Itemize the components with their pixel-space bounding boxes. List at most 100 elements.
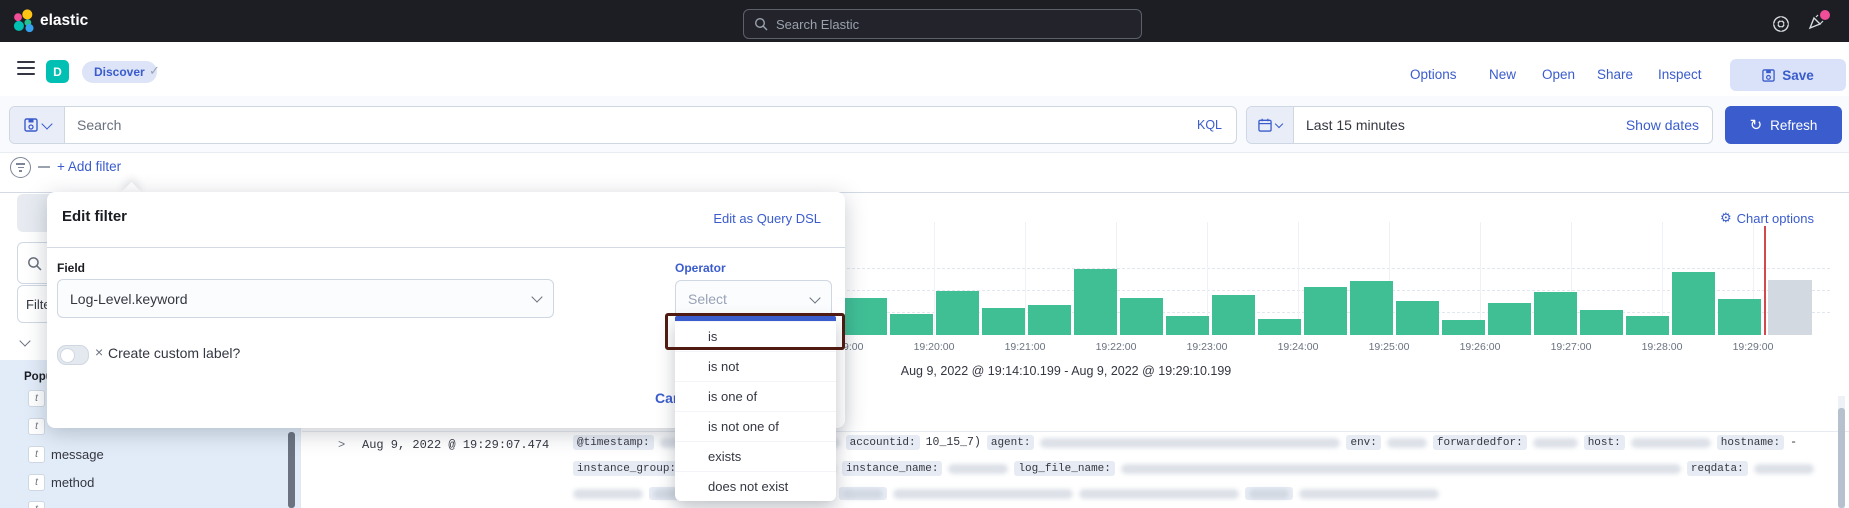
operator-option-does-not-exist[interactable]: does not exist <box>675 471 836 501</box>
field-label: Field <box>57 261 85 275</box>
field-name-badge[interactable]: env: <box>1346 435 1380 450</box>
close-icon[interactable]: × <box>95 344 103 360</box>
field-name-badge[interactable]: host: <box>1584 435 1625 450</box>
histogram-bar[interactable] <box>1718 299 1761 335</box>
add-filter-button[interactable]: + Add filter <box>57 159 121 174</box>
edit-as-query-dsl-button[interactable]: Edit as Query DSL <box>713 211 821 226</box>
sidebar-field-item[interactable]: tmessage <box>28 446 104 463</box>
table-scrollbar-thumb[interactable] <box>1838 408 1845 508</box>
histogram-bar[interactable] <box>1212 295 1255 335</box>
field-name: method <box>51 475 94 490</box>
histogram-bar[interactable] <box>1028 305 1071 335</box>
new-button[interactable]: New <box>1489 67 1516 82</box>
annotation-highlight-box <box>665 313 845 350</box>
refresh-icon: ↻ <box>1750 116 1763 134</box>
redacted-value <box>1299 489 1439 499</box>
field-name-badge[interactable]: hostname: <box>1717 435 1784 450</box>
partial-bucket-bar[interactable] <box>1768 280 1812 335</box>
operator-option-is-one-of[interactable]: is one of <box>675 381 836 411</box>
date-picker-group[interactable]: Last 15 minutes Show dates <box>1246 106 1713 144</box>
histogram-bar[interactable] <box>1304 287 1347 335</box>
x-axis-tick-label: 19:20:00 <box>914 341 955 353</box>
custom-label-toggle[interactable] <box>57 345 89 365</box>
histogram-bar[interactable] <box>1350 281 1393 335</box>
chart-vertical-gridline <box>934 222 935 335</box>
logo-text: elastic <box>40 12 88 30</box>
field-type-icon: t <box>28 390 45 407</box>
field-name-badge[interactable]: instance_name: <box>842 461 942 476</box>
query-language-button[interactable]: KQL <box>1197 118 1236 132</box>
histogram-bar[interactable] <box>1580 310 1623 335</box>
sidebar-field-item[interactable]: t <box>28 501 51 508</box>
histogram-bar[interactable] <box>982 308 1025 335</box>
refresh-label: Refresh <box>1770 118 1817 133</box>
operator-option-exists[interactable]: exists <box>675 441 836 471</box>
options-button[interactable]: Options <box>1410 67 1457 82</box>
chevron-down-icon <box>809 292 820 303</box>
saved-query-menu-button[interactable] <box>10 107 65 143</box>
histogram-bar[interactable] <box>1672 272 1715 335</box>
field-name-badge[interactable] <box>1245 487 1293 500</box>
share-button[interactable]: Share <box>1597 67 1633 82</box>
x-axis-tick-label: 19:26:00 <box>1460 341 1501 353</box>
histogram-bar[interactable] <box>1442 320 1485 335</box>
field-name-badge[interactable]: accountid: <box>846 435 920 450</box>
space-avatar[interactable]: D <box>46 60 69 83</box>
search-icon <box>27 256 42 271</box>
redacted-value <box>1040 438 1340 448</box>
operator-option-is-not-one-of[interactable]: is not one of <box>675 411 836 441</box>
filter-group-icon[interactable] <box>10 157 31 178</box>
operator-option-is-not[interactable]: is not <box>675 351 836 381</box>
refresh-button[interactable]: ↻ Refresh <box>1725 106 1842 144</box>
global-search-input[interactable]: Search Elastic <box>743 9 1142 39</box>
menu-icon[interactable] <box>17 61 35 78</box>
chevron-down-icon[interactable] <box>19 335 30 346</box>
row-timestamp: Aug 9, 2022 @ 19:29:07.474 <box>362 438 549 452</box>
time-range-value[interactable]: Last 15 minutes <box>1294 117 1626 133</box>
chart-vertical-gridline <box>1480 222 1481 335</box>
histogram-bar[interactable] <box>1534 292 1577 335</box>
show-dates-button[interactable]: Show dates <box>1626 117 1712 133</box>
field-combobox[interactable]: Log-Level.keyword <box>57 279 554 318</box>
chart-options-button[interactable]: ⚙ Chart options <box>1720 210 1814 226</box>
histogram-bar[interactable] <box>1258 319 1301 335</box>
histogram-bar[interactable] <box>1488 303 1531 335</box>
field-type-icon: t <box>28 446 45 463</box>
field-name-badge[interactable]: @timestamp: <box>573 435 654 450</box>
field-name-badge[interactable]: reqdata: <box>1687 461 1748 476</box>
sidebar-field-item[interactable]: tmethod <box>28 474 94 491</box>
notification-dot <box>1820 10 1830 20</box>
save-icon <box>1762 69 1775 82</box>
breadcrumb[interactable]: Discover <box>82 61 157 83</box>
histogram-bar[interactable] <box>1074 269 1117 335</box>
operator-placeholder: Select <box>688 291 727 307</box>
histogram-bar[interactable] <box>844 298 887 335</box>
histogram-bar[interactable] <box>1166 316 1209 335</box>
redacted-value <box>1387 438 1427 448</box>
field-name-badge[interactable]: log_file_name: <box>1014 461 1114 476</box>
histogram-bar[interactable] <box>1626 316 1669 335</box>
histogram-bar[interactable] <box>1396 301 1439 335</box>
inspect-button[interactable]: Inspect <box>1658 67 1702 82</box>
histogram-bar[interactable] <box>1120 298 1163 335</box>
save-button[interactable]: Save <box>1730 59 1846 91</box>
query-input-group[interactable]: Search KQL <box>9 106 1237 144</box>
field-name-badge[interactable]: instance_group: <box>573 461 680 476</box>
global-search-placeholder: Search Elastic <box>776 17 859 32</box>
redacted-value <box>1754 464 1814 474</box>
expand-row-button[interactable]: > <box>338 438 345 452</box>
field-name-badge[interactable]: agent: <box>987 435 1035 450</box>
sidebar-scrollbar[interactable] <box>288 432 295 508</box>
elastic-logo-icon <box>12 9 35 33</box>
field-name-badge[interactable] <box>839 487 887 500</box>
histogram-bar[interactable] <box>890 314 933 335</box>
histogram-bar[interactable] <box>936 291 979 335</box>
x-axis-tick-label: 19:29:00 <box>1733 341 1774 353</box>
query-search-input[interactable]: Search <box>65 117 1197 133</box>
open-button[interactable]: Open <box>1542 67 1575 82</box>
x-axis-tick-label: 19:28:00 <box>1642 341 1683 353</box>
help-icon[interactable] <box>1772 15 1790 33</box>
date-quick-menu-button[interactable] <box>1247 107 1294 143</box>
discover-app: elastic Search Elastic D Discover ✓ Opti… <box>0 0 1849 508</box>
field-name-badge[interactable]: forwardedfor: <box>1433 435 1527 450</box>
